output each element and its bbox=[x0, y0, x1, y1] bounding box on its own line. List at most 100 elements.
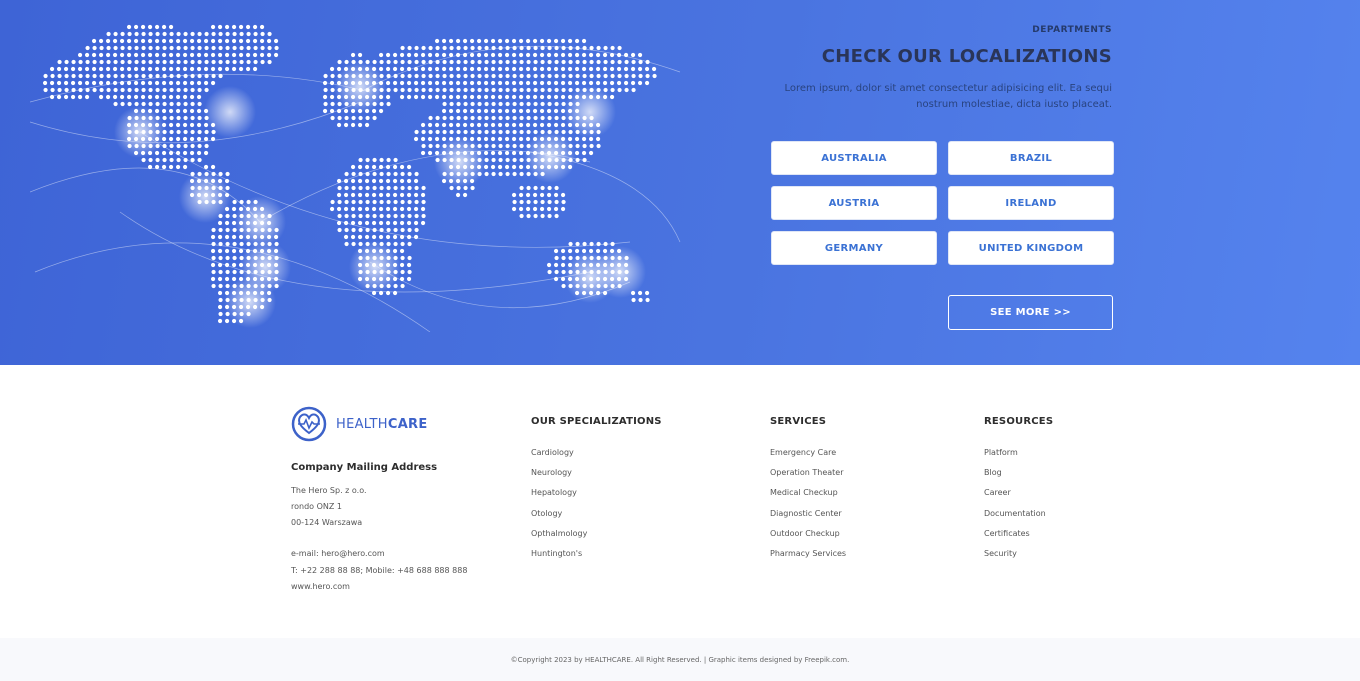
footer-link-diagnostic-center[interactable]: Diagnostic Center bbox=[770, 506, 846, 526]
map-dot bbox=[211, 199, 216, 205]
footer-link-pharmacy-services[interactable]: Pharmacy Services bbox=[770, 546, 846, 566]
map-dot bbox=[210, 178, 216, 184]
map-dot bbox=[428, 59, 433, 65]
map-dot bbox=[168, 80, 174, 86]
see-more-button[interactable]: SEE MORE >> bbox=[948, 295, 1113, 330]
map-dot bbox=[343, 234, 349, 240]
map-dot bbox=[141, 157, 146, 163]
map-dot bbox=[434, 66, 440, 72]
footer-link-hepatology[interactable]: Hepatology bbox=[531, 485, 587, 505]
map-dot bbox=[491, 157, 496, 163]
footer-link-certificates[interactable]: Certificates bbox=[984, 526, 1046, 546]
map-dot bbox=[539, 164, 545, 170]
map-dot bbox=[246, 31, 251, 37]
brand-logo[interactable]: HEALTHCARE bbox=[291, 406, 428, 442]
map-dot bbox=[344, 185, 349, 191]
map-dot bbox=[225, 59, 230, 65]
map-dot bbox=[512, 199, 517, 205]
footer-link-cardiology[interactable]: Cardiology bbox=[531, 445, 587, 465]
map-dot bbox=[182, 150, 188, 156]
footer-link-otology[interactable]: Otology bbox=[531, 506, 587, 526]
map-dot bbox=[175, 52, 181, 58]
map-dot bbox=[462, 108, 468, 114]
footer-link-medical-checkup[interactable]: Medical Checkup bbox=[770, 485, 846, 505]
footer-link-huntingtons[interactable]: Huntington's bbox=[531, 546, 587, 566]
map-dot bbox=[512, 115, 517, 121]
map-dot bbox=[568, 283, 573, 289]
map-dot bbox=[378, 164, 384, 170]
location-button-australia[interactable]: AUSTRALIA bbox=[771, 141, 937, 175]
map-dot bbox=[273, 52, 279, 58]
map-dot bbox=[162, 115, 167, 121]
footer-link-documentation[interactable]: Documentation bbox=[984, 506, 1046, 526]
footer-link-career[interactable]: Career bbox=[984, 485, 1046, 505]
location-button-austria[interactable]: AUSTRIA bbox=[771, 186, 937, 220]
footer-link-security[interactable]: Security bbox=[984, 546, 1046, 566]
contact-website[interactable]: www.hero.com bbox=[291, 582, 350, 591]
map-dot bbox=[553, 38, 559, 44]
contact-email[interactable]: e-mail: hero@hero.com bbox=[291, 549, 385, 558]
map-dot bbox=[518, 66, 524, 72]
map-dot bbox=[462, 38, 468, 44]
map-dot bbox=[210, 276, 216, 282]
footer-link-outdoor-checkup[interactable]: Outdoor Checkup bbox=[770, 526, 846, 546]
footer-link-platform[interactable]: Platform bbox=[984, 445, 1046, 465]
map-dot bbox=[441, 66, 447, 72]
map-glow bbox=[224, 276, 276, 328]
location-button-germany[interactable]: GERMANY bbox=[771, 231, 937, 265]
map-dot bbox=[147, 24, 153, 30]
map-dot bbox=[84, 94, 90, 100]
location-button-brazil[interactable]: BRAZIL bbox=[948, 141, 1114, 175]
map-dot bbox=[343, 192, 349, 198]
map-dot bbox=[490, 52, 496, 58]
map-dot bbox=[561, 45, 566, 51]
map-dot bbox=[560, 38, 566, 44]
map-dot bbox=[434, 136, 440, 142]
map-dot bbox=[112, 80, 118, 86]
footer-link-neurology[interactable]: Neurology bbox=[531, 465, 587, 485]
map-dot bbox=[637, 52, 643, 58]
map-dot bbox=[449, 171, 454, 177]
location-button-ireland[interactable]: IRELAND bbox=[948, 186, 1114, 220]
footer-link-operation-theater[interactable]: Operation Theater bbox=[770, 465, 846, 485]
map-dot bbox=[539, 136, 545, 142]
map-dot bbox=[162, 45, 167, 51]
map-dot bbox=[218, 73, 223, 79]
map-dot bbox=[623, 80, 629, 86]
map-dot bbox=[175, 136, 181, 142]
map-dot bbox=[155, 157, 160, 163]
map-dot bbox=[540, 87, 545, 93]
map-dot bbox=[183, 129, 188, 135]
map-dot bbox=[259, 24, 265, 30]
map-dot bbox=[406, 164, 412, 170]
map-dot bbox=[225, 283, 230, 289]
footer-link-blog[interactable]: Blog bbox=[984, 465, 1046, 485]
map-dot bbox=[526, 115, 531, 121]
map-dot bbox=[378, 80, 384, 86]
map-dot bbox=[197, 31, 202, 37]
map-dot bbox=[518, 108, 524, 114]
footer-link-emergency-care[interactable]: Emergency Care bbox=[770, 445, 846, 465]
map-dot bbox=[588, 262, 594, 268]
map-dot bbox=[484, 115, 489, 121]
map-dot bbox=[511, 66, 517, 72]
map-dot bbox=[533, 143, 538, 149]
map-dot bbox=[623, 66, 629, 72]
map-dot bbox=[385, 178, 391, 184]
map-dot bbox=[203, 122, 209, 128]
map-dot bbox=[561, 59, 566, 65]
map-dot bbox=[399, 164, 405, 170]
map-dot bbox=[372, 199, 377, 205]
map-dot bbox=[392, 262, 398, 268]
map-dot bbox=[596, 73, 601, 79]
footer-link-opthalmology[interactable]: Opthalmology bbox=[531, 526, 587, 546]
map-dot bbox=[617, 283, 622, 289]
map-dot bbox=[225, 213, 230, 219]
map-dot bbox=[337, 199, 342, 205]
map-dot bbox=[204, 87, 209, 93]
map-dot bbox=[519, 171, 524, 177]
map-dot bbox=[595, 248, 601, 254]
map-dot bbox=[113, 31, 118, 37]
map-dot bbox=[525, 164, 531, 170]
location-button-united-kingdom[interactable]: UNITED KINGDOM bbox=[948, 231, 1114, 265]
